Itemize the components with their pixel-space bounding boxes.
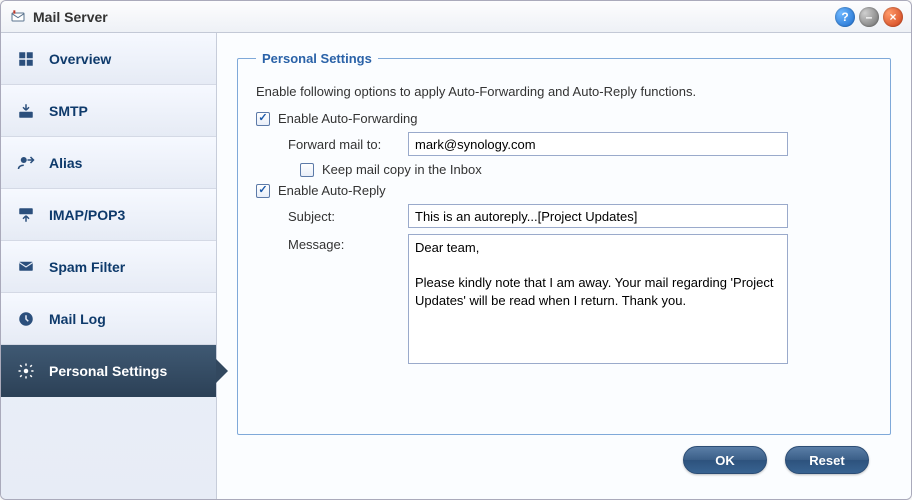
enable-auto-forwarding-label[interactable]: Enable Auto-Forwarding (278, 111, 417, 126)
footer: OK Reset (237, 435, 891, 485)
enable-auto-reply-checkbox[interactable] (256, 184, 270, 198)
sidebar-item-label: Alias (49, 155, 82, 171)
sidebar-item-personal-settings[interactable]: Personal Settings (1, 345, 216, 397)
sidebar-item-label: Spam Filter (49, 259, 125, 275)
sidebar-item-alias[interactable]: Alias (1, 137, 216, 189)
panel-description: Enable following options to apply Auto-F… (256, 84, 872, 99)
close-button[interactable]: × (883, 7, 903, 27)
sidebar-item-label: IMAP/POP3 (49, 207, 125, 223)
personal-settings-panel: Personal Settings Enable following optio… (237, 51, 891, 435)
imap-pop3-icon (15, 204, 37, 226)
enable-auto-reply-label[interactable]: Enable Auto-Reply (278, 183, 386, 198)
sidebar-item-spam-filter[interactable]: Spam Filter (1, 241, 216, 293)
spam-filter-icon (15, 256, 37, 278)
sidebar-item-imap-pop3[interactable]: IMAP/POP3 (1, 189, 216, 241)
alias-icon (15, 152, 37, 174)
ok-button[interactable]: OK (683, 446, 767, 474)
keep-copy-label[interactable]: Keep mail copy in the Inbox (322, 162, 482, 177)
forward-to-input[interactable] (408, 132, 788, 156)
subject-label: Subject: (278, 209, 408, 224)
window-title: Mail Server (33, 9, 108, 25)
sidebar-item-mail-log[interactable]: Mail Log (1, 293, 216, 345)
mail-log-icon (15, 308, 37, 330)
sidebar-item-overview[interactable]: Overview (1, 33, 216, 85)
panel-legend: Personal Settings (256, 51, 378, 66)
enable-auto-forwarding-checkbox[interactable] (256, 112, 270, 126)
subject-input[interactable] (408, 204, 788, 228)
sidebar-item-label: SMTP (49, 103, 88, 119)
sidebar-item-label: Personal Settings (49, 363, 167, 379)
smtp-icon (15, 100, 37, 122)
reset-button[interactable]: Reset (785, 446, 869, 474)
sidebar-item-label: Overview (49, 51, 111, 67)
mail-server-icon (9, 8, 27, 26)
keep-copy-checkbox[interactable] (300, 163, 314, 177)
titlebar: Mail Server ? – × (1, 1, 911, 33)
overview-icon (15, 48, 37, 70)
message-label: Message: (278, 234, 408, 252)
main-content: Personal Settings Enable following optio… (217, 33, 911, 499)
minimize-button[interactable]: – (859, 7, 879, 27)
app-window: Mail Server ? – × Overview SMTP Alias IM… (0, 0, 912, 500)
sidebar: Overview SMTP Alias IMAP/POP3 Spam Filte… (1, 33, 217, 499)
forward-to-label: Forward mail to: (278, 137, 408, 152)
sidebar-item-label: Mail Log (49, 311, 106, 327)
sidebar-item-smtp[interactable]: SMTP (1, 85, 216, 137)
personal-settings-icon (15, 360, 37, 382)
message-textarea[interactable] (408, 234, 788, 364)
help-button[interactable]: ? (835, 7, 855, 27)
